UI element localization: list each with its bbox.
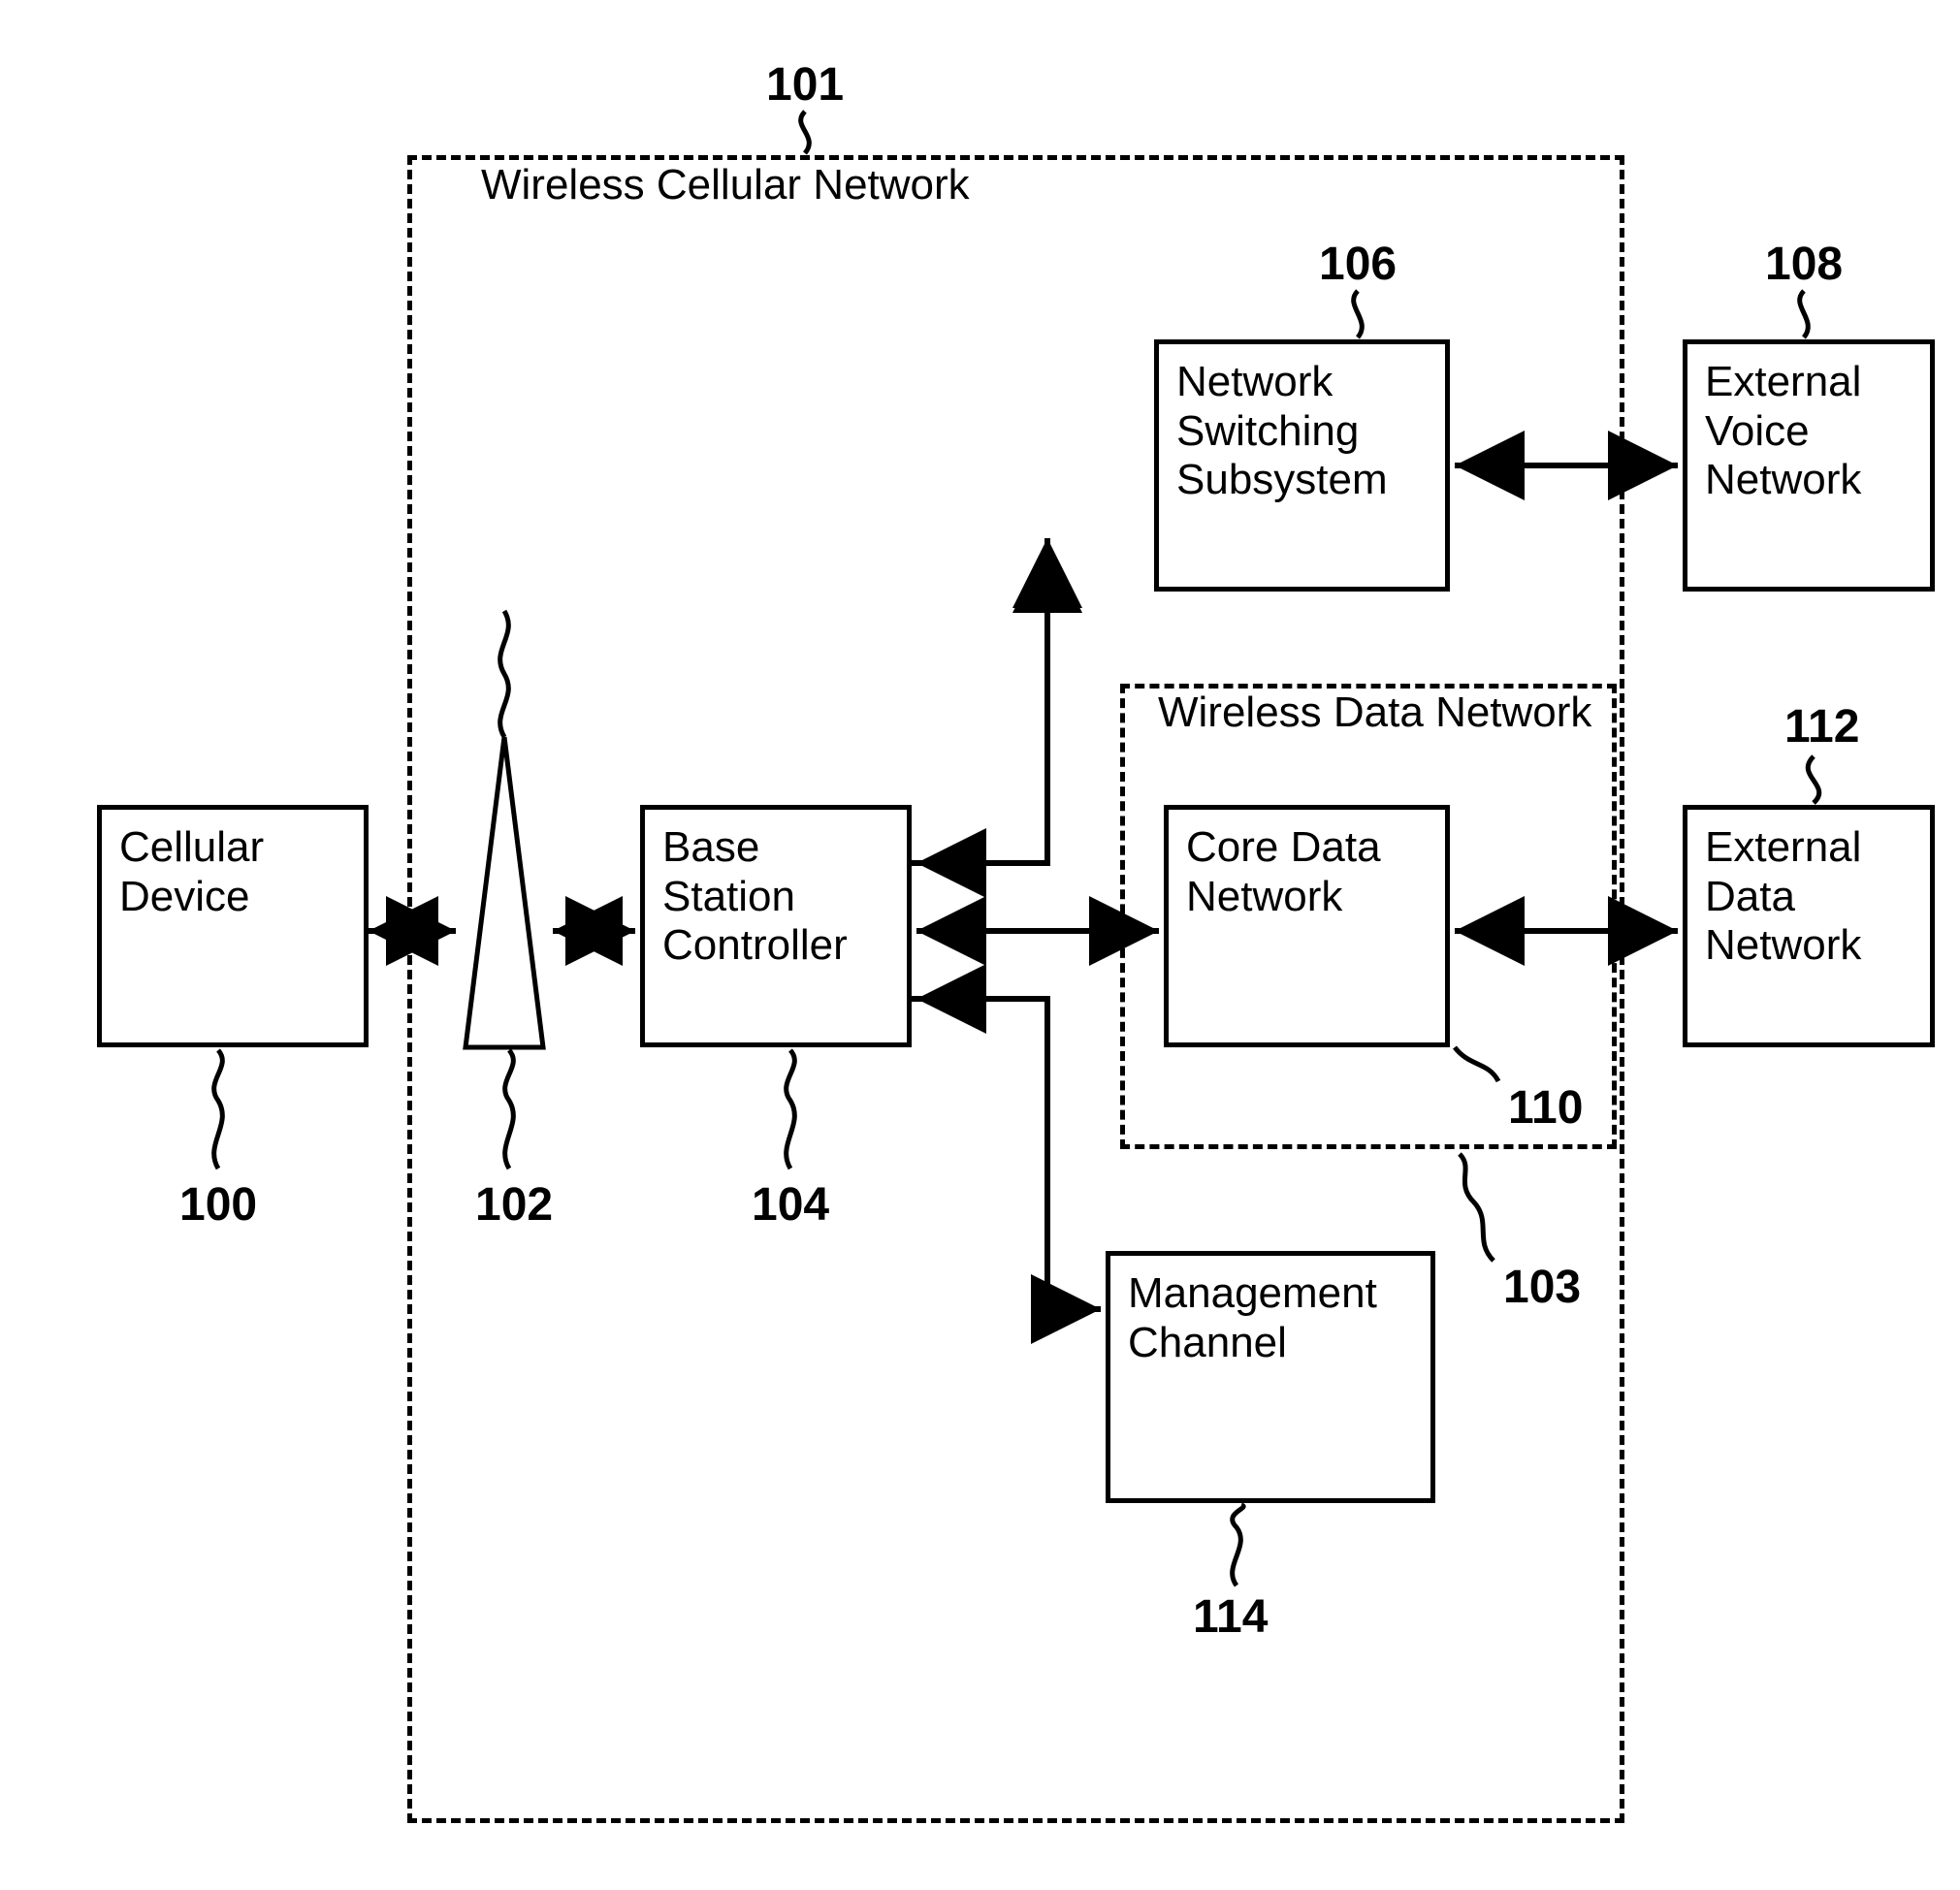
ref-110: 110 xyxy=(1508,1081,1583,1135)
ref-103: 103 xyxy=(1503,1261,1581,1314)
ref-104: 104 xyxy=(752,1178,829,1232)
cellular-device-box: Cellular Device xyxy=(97,805,369,1047)
wireless-cellular-network-label: Wireless Cellular Network xyxy=(475,161,976,210)
ref-106: 106 xyxy=(1319,238,1397,291)
ref-108: 108 xyxy=(1765,238,1843,291)
ref-100: 100 xyxy=(179,1178,257,1232)
core-data-network-box: Core Data Network xyxy=(1164,805,1450,1047)
management-channel-box: Management Channel xyxy=(1106,1251,1435,1503)
network-switching-subsystem-box: Network Switching Subsystem xyxy=(1154,339,1450,592)
base-station-controller-box: Base Station Controller xyxy=(640,805,912,1047)
ref-102: 102 xyxy=(475,1178,553,1232)
wireless-data-network-label: Wireless Data Network xyxy=(1152,689,1597,738)
ref-101: 101 xyxy=(766,58,844,112)
external-voice-network-box: External Voice Network xyxy=(1683,339,1935,592)
ref-114: 114 xyxy=(1193,1590,1268,1644)
external-data-network-box: External Data Network xyxy=(1683,805,1935,1047)
ref-112: 112 xyxy=(1784,700,1859,753)
tower-icon xyxy=(466,611,543,1047)
